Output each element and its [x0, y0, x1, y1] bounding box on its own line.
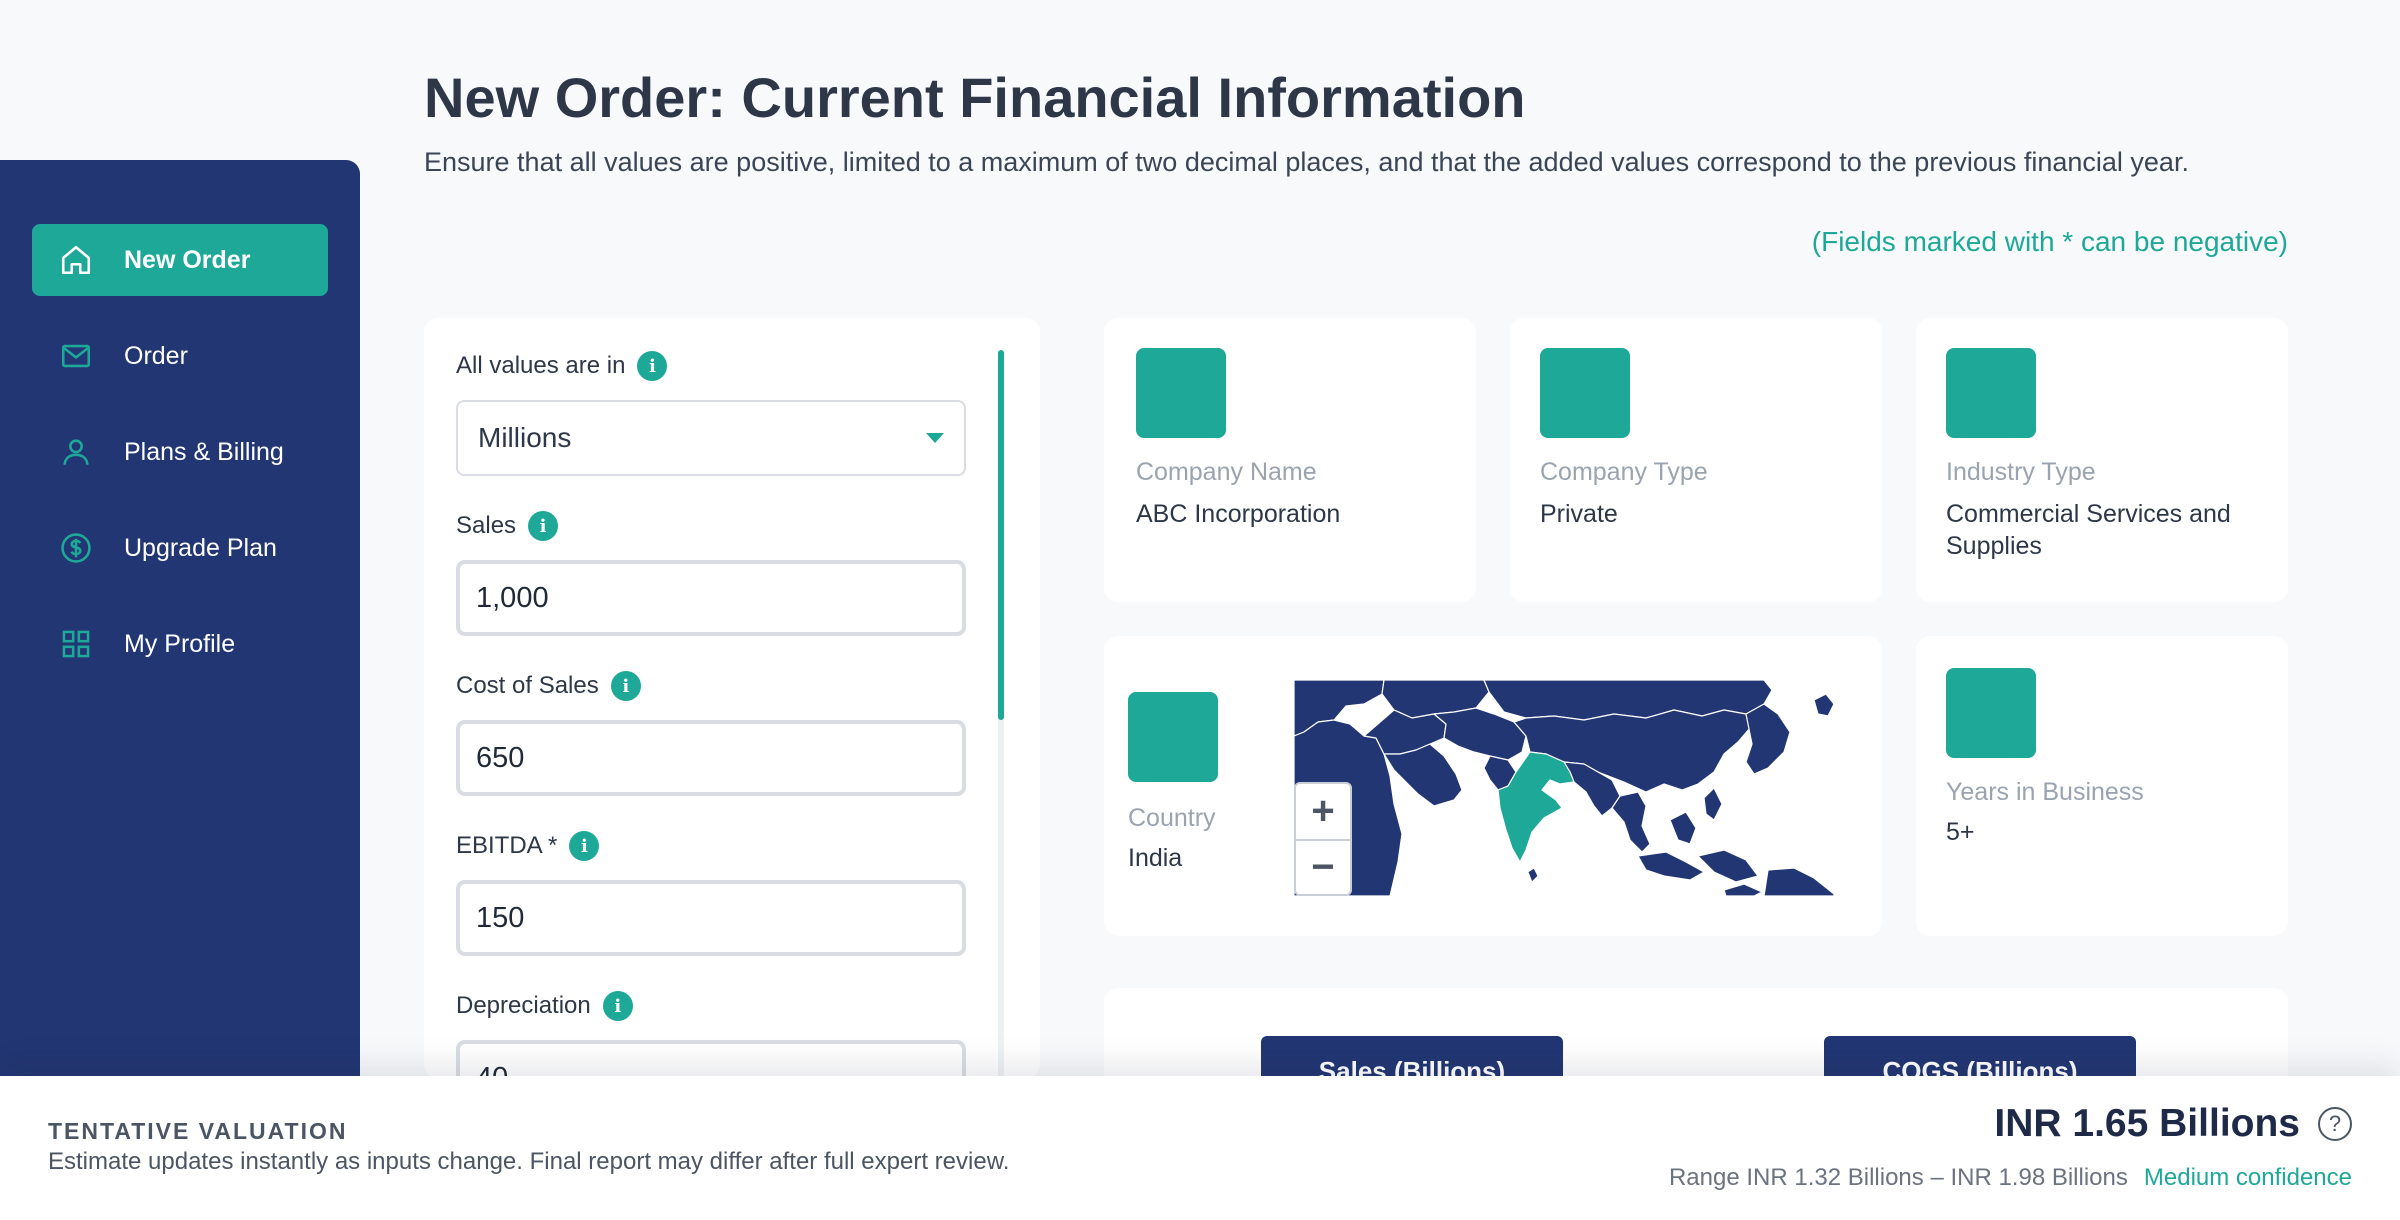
depreciation-input[interactable]: 40: [456, 1040, 966, 1078]
valuation-confidence: Medium confidence: [2143, 1164, 2352, 1191]
country-label: Country: [1128, 804, 1216, 832]
sidebar-item-new-order[interactable]: New Order: [32, 224, 328, 296]
map-region-korea-japan: [1745, 703, 1791, 775]
depreciation-label-row: Depreciation i: [456, 988, 966, 1024]
sidebar-item-plans-billing[interactable]: Plans & Billing: [32, 416, 328, 488]
years-in-business-label: Years in Business: [1946, 778, 2144, 806]
help-icon[interactable]: ?: [2318, 1107, 2352, 1141]
info-icon[interactable]: i: [637, 351, 668, 381]
valuation-title: TENTATIVE VALUATION: [48, 1118, 348, 1144]
financial-form: All values are in i Millions Sales i 1,0…: [424, 318, 1040, 1078]
valuation-value-row: INR 1.65 Billions ?: [1994, 1102, 2352, 1146]
country-map[interactable]: [1294, 680, 1834, 896]
company-name-card: Company Name ABC Incorporation: [1104, 318, 1476, 602]
sales-label: Sales: [456, 512, 517, 539]
sidebar-item-label: New Order: [124, 245, 251, 274]
sidebar-item-upgrade-plan[interactable]: Upgrade Plan: [32, 512, 328, 584]
page-title-rest: Current Financial Information: [741, 66, 1526, 129]
user-icon: [58, 434, 94, 470]
cost-of-sales-label-row: Cost of Sales i: [456, 668, 966, 704]
sales-input[interactable]: 1,000: [456, 560, 966, 636]
page-title-bold: New Order:: [424, 66, 726, 129]
company-type-label: Company Type: [1540, 458, 1708, 486]
info-icon[interactable]: i: [610, 671, 641, 701]
sidebar-item-label: Upgrade Plan: [124, 533, 277, 562]
sidebar-item-label: Order: [124, 341, 188, 370]
valuation-footer: TENTATIVE VALUATION Estimate updates ins…: [0, 1076, 2400, 1220]
units-select-value: Millions: [478, 422, 572, 453]
zoom-out-button[interactable]: −: [1296, 839, 1350, 894]
grid-icon: [58, 626, 94, 662]
cost-of-sales-input[interactable]: 650: [456, 720, 966, 796]
map-region-sri-lanka: [1527, 867, 1539, 883]
country-icon: [1128, 692, 1218, 782]
page-subtitle: Ensure that all values are positive, lim…: [424, 147, 2189, 177]
valuation-value: INR 1.65 Billions: [1994, 1102, 2300, 1145]
negative-fields-note: (Fields marked with * can be negative): [1811, 226, 2288, 257]
company-type-card: Company Type Private: [1510, 318, 1882, 602]
map-region-indonesia-2: [1697, 849, 1759, 883]
page-header: New Order: Current Financial Information…: [424, 62, 2288, 257]
map-region-iran-central-asia: [1433, 707, 1527, 761]
sidebar-item-label: Plans & Billing: [124, 437, 284, 466]
company-type-value: Private: [1540, 500, 1618, 528]
years-in-business-value: 5+: [1946, 818, 1975, 846]
sidebar-item-my-profile[interactable]: My Profile: [32, 608, 328, 680]
info-icon[interactable]: i: [602, 991, 633, 1021]
ebitda-input[interactable]: 150: [456, 880, 966, 956]
form-scrollbar[interactable]: [998, 350, 1004, 1078]
sales-label-row: Sales i: [456, 508, 966, 544]
company-name-icon: [1136, 348, 1226, 438]
valuation-range: Range INR 1.32 Billions – INR 1.98 Billi…: [1668, 1164, 2128, 1191]
form-scrollbar-thumb[interactable]: [998, 350, 1004, 720]
country-card: Country India + −: [1104, 636, 1882, 936]
cost-of-sales-label: Cost of Sales: [456, 672, 599, 699]
zoom-in-button[interactable]: +: [1296, 784, 1350, 839]
map-region-indonesia-1: [1637, 851, 1705, 881]
units-label-row: All values are in i: [456, 348, 966, 384]
home-icon: [58, 242, 94, 278]
map-zoom-control: + −: [1294, 782, 1352, 896]
ebitda-label-row: EBITDA * i: [456, 828, 966, 864]
dollar-circle-icon: [58, 530, 94, 566]
industry-type-icon: [1946, 348, 2036, 438]
depreciation-label: Depreciation: [456, 992, 591, 1019]
years-in-business-card: Years in Business 5+: [1916, 636, 2288, 936]
map-region-philippines: [1703, 787, 1723, 821]
industry-type-value: Commercial Services and Supplies: [1946, 500, 2231, 560]
industry-type-label: Industry Type: [1946, 458, 2096, 486]
map-region-timor: [1723, 883, 1763, 896]
units-label: All values are in: [456, 352, 626, 379]
map-region-southeast-asia: [1611, 791, 1651, 853]
info-icon[interactable]: i: [569, 831, 600, 861]
ebitda-label: EBITDA *: [456, 832, 558, 859]
chevron-down-icon: [926, 433, 944, 443]
sidebar: New Order Order Plans & Billing Upgrade …: [0, 160, 360, 1220]
industry-type-card: Industry Type Commercial Services and Su…: [1916, 318, 2288, 602]
country-value: India: [1128, 844, 1183, 872]
valuation-range-row: Range INR 1.32 Billions – INR 1.98 Billi…: [1669, 1164, 2352, 1192]
map-svg: [1294, 680, 1834, 896]
units-select[interactable]: Millions: [456, 400, 966, 476]
map-region-japan-north: [1813, 693, 1834, 717]
page-title: New Order: Current Financial Information: [424, 62, 2288, 134]
company-type-icon: [1540, 348, 1630, 438]
valuation-description: Estimate updates instantly as inputs cha…: [48, 1148, 1010, 1175]
info-icon[interactable]: i: [528, 511, 559, 541]
years-in-business-icon: [1946, 668, 2036, 758]
mail-icon: [58, 338, 94, 374]
map-region-borneo: [1669, 811, 1697, 845]
sidebar-item-label: My Profile: [124, 629, 236, 658]
map-region-australia-north: [1763, 867, 1834, 896]
company-name-value: ABC Incorporation: [1136, 500, 1341, 528]
sidebar-item-order[interactable]: Order: [32, 320, 328, 392]
company-name-label: Company Name: [1136, 458, 1317, 486]
